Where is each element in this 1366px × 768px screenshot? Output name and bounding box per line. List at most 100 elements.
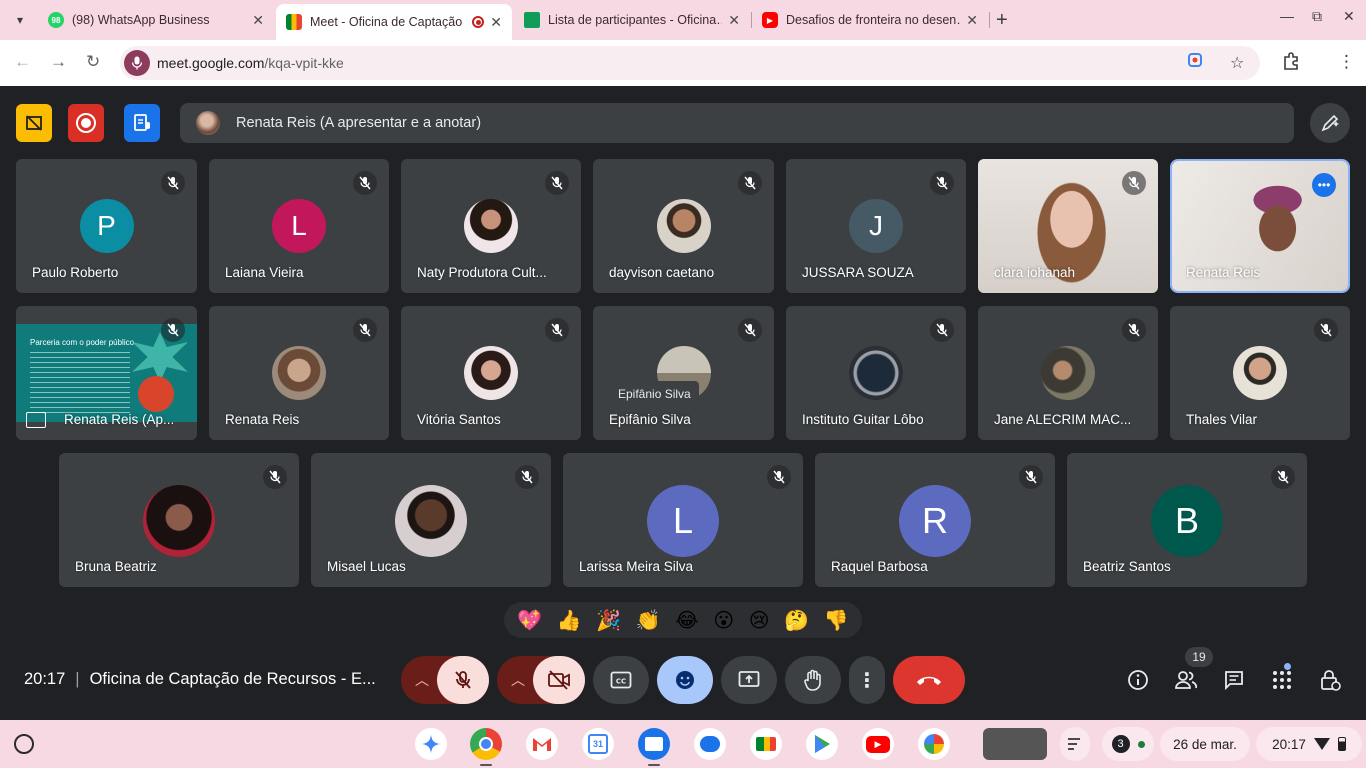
- more-options-icon[interactable]: •••: [1312, 173, 1336, 197]
- chat-icon[interactable]: [1220, 666, 1248, 694]
- participant-tile[interactable]: Renata Reis: [209, 306, 389, 440]
- reaction-thinking[interactable]: 🤔: [784, 610, 809, 630]
- audio-options-chevron-icon[interactable]: ︿: [415, 670, 429, 690]
- activities-icon[interactable]: [1268, 666, 1296, 694]
- close-tab-icon[interactable]: ✕: [252, 12, 264, 29]
- participant-tile[interactable]: R Raquel Barbosa: [815, 453, 1055, 587]
- present-now-button[interactable]: [721, 656, 777, 704]
- participant-tile[interactable]: Instituto Guitar Lôbo: [786, 306, 966, 440]
- reaction-party[interactable]: 🎉: [596, 610, 621, 630]
- participant-tile-active-speaker[interactable]: ••• Renata Reis: [1172, 161, 1348, 291]
- avatar: [272, 346, 326, 400]
- muted-mic-icon: [515, 465, 539, 489]
- annotate-pen-icon[interactable]: [1310, 103, 1350, 143]
- reactions-button[interactable]: [657, 656, 713, 704]
- video-options-chevron-icon[interactable]: ︿: [511, 670, 525, 690]
- browser-menu-icon[interactable]: ⋮: [1338, 52, 1355, 72]
- people-icon[interactable]: [1172, 666, 1200, 694]
- participant-name: Thales Vilar: [1186, 412, 1258, 427]
- reaction-thumbs-up[interactable]: 👍: [557, 610, 582, 630]
- minimize-icon[interactable]: —: [1280, 8, 1294, 24]
- muted-mic-icon: [738, 318, 762, 342]
- microphone-in-use-icon[interactable]: [124, 50, 150, 76]
- reaction-sad[interactable]: 😢: [749, 610, 770, 630]
- tab-search-chevron-icon[interactable]: ▾: [8, 8, 32, 32]
- participant-tile[interactable]: P Paulo Roberto: [16, 159, 197, 293]
- close-tab-icon[interactable]: ✕: [728, 12, 740, 29]
- back-icon[interactable]: ←: [14, 52, 31, 72]
- play-store-icon[interactable]: [806, 728, 838, 760]
- address-bar[interactable]: meet.google.com/kqa-vpit-kke ☆: [120, 46, 1260, 80]
- close-window-icon[interactable]: ✕: [1343, 8, 1355, 25]
- meeting-title: Oficina de Captação de Recursos - E...: [89, 670, 376, 688]
- participant-tile[interactable]: Thales Vilar: [1170, 306, 1350, 440]
- muted-mic-icon: [1271, 465, 1295, 489]
- participant-tile[interactable]: Jane ALECRIM MAC...: [978, 306, 1158, 440]
- participant-tile[interactable]: Naty Produtora Cult...: [401, 159, 581, 293]
- raise-hand-button[interactable]: [785, 656, 841, 704]
- extensions-icon[interactable]: [1282, 52, 1300, 75]
- recording-indicator-icon[interactable]: [16, 104, 52, 142]
- files-icon[interactable]: [638, 728, 670, 760]
- captions-button[interactable]: CC: [593, 656, 649, 704]
- gmail-icon[interactable]: [526, 728, 558, 760]
- reaction-bar: 💖 👍 🎉 👏 😂 😮 😢 🤔 👎: [504, 602, 862, 638]
- url-path: /kqa-vpit-kke: [264, 55, 344, 71]
- presentation-tile[interactable]: Parceria com o poder público Renata Reis…: [16, 306, 197, 440]
- chrome-icon[interactable]: [470, 728, 502, 760]
- tab-youtube[interactable]: ▶ Desafios de fronteira no desen… ✕: [752, 4, 988, 36]
- photos-icon[interactable]: [918, 728, 950, 760]
- calendar-icon[interactable]: 31: [582, 728, 614, 760]
- reload-icon[interactable]: ↻: [86, 52, 100, 72]
- clipboard-icon[interactable]: [1060, 727, 1090, 761]
- close-tab-icon[interactable]: ✕: [966, 12, 978, 29]
- tab-meet[interactable]: Meet - Oficina de Captação ✕: [276, 4, 512, 40]
- tab-sheets[interactable]: Lista de participantes - Oficina… ✕: [514, 4, 750, 36]
- record-icon[interactable]: [68, 104, 104, 142]
- host-controls-icon[interactable]: [1316, 666, 1344, 694]
- new-tab-icon[interactable]: +: [996, 9, 1008, 32]
- turn-on-camera-button[interactable]: [533, 656, 585, 704]
- reaction-heart[interactable]: 💖: [517, 610, 542, 630]
- participant-tile[interactable]: Vitória Santos: [401, 306, 581, 440]
- tab-whatsapp[interactable]: 98 (98) WhatsApp Business ✕: [38, 4, 274, 36]
- presentation-banner[interactable]: Renata Reis (A apresentar e a anotar): [180, 103, 1294, 143]
- date-tray[interactable]: 26 de mar.: [1160, 727, 1250, 761]
- guitar-lobo-logo: [849, 346, 903, 400]
- participant-tile[interactable]: clara iohanah: [978, 159, 1158, 293]
- participant-tile[interactable]: L Larissa Meira Silva: [563, 453, 803, 587]
- leave-call-button[interactable]: [893, 656, 965, 704]
- assistant-icon[interactable]: [415, 728, 447, 760]
- participant-tile[interactable]: B Beatriz Santos: [1067, 453, 1307, 587]
- transcript-icon[interactable]: [124, 104, 160, 142]
- participant-tile[interactable]: Bruna Beatriz: [59, 453, 299, 587]
- restore-icon[interactable]: ⧉: [1312, 8, 1322, 25]
- muted-mic-icon: [161, 171, 185, 195]
- status-tray[interactable]: 20:17: [1256, 727, 1362, 761]
- launcher-icon[interactable]: [14, 734, 34, 754]
- more-options-button[interactable]: ⋮: [849, 656, 885, 704]
- participant-tile[interactable]: dayvison caetano: [593, 159, 774, 293]
- participant-tile[interactable]: Epifânio Silva: [593, 306, 774, 440]
- bookmark-star-icon[interactable]: ☆: [1230, 53, 1244, 73]
- unmute-mic-button[interactable]: [437, 656, 489, 704]
- google-meet-icon[interactable]: [750, 728, 782, 760]
- reaction-laugh[interactable]: 😂: [675, 610, 698, 630]
- reaction-thumbs-down[interactable]: 👎: [824, 610, 849, 630]
- participant-tile[interactable]: J JUSSARA SOUZA: [786, 159, 966, 293]
- participant-tile[interactable]: L Laiana Vieira: [209, 159, 389, 293]
- google-lens-icon[interactable]: [1188, 53, 1202, 72]
- avatar: B: [1151, 485, 1223, 557]
- muted-mic-icon: [161, 318, 185, 342]
- reaction-clap[interactable]: 👏: [636, 610, 661, 630]
- reaction-surprised[interactable]: 😮: [713, 610, 734, 630]
- notifications-pill[interactable]: 3: [1102, 727, 1154, 761]
- participant-tile[interactable]: Misael Lucas: [311, 453, 551, 587]
- messages-icon[interactable]: [694, 728, 726, 760]
- forward-icon[interactable]: →: [50, 52, 67, 72]
- youtube-app-icon[interactable]: ▶: [862, 728, 894, 760]
- meeting-info-icon[interactable]: [1124, 666, 1152, 694]
- close-tab-icon[interactable]: ✕: [490, 14, 502, 31]
- present-screen-icon: [738, 671, 760, 687]
- holding-space-thumbnails[interactable]: [983, 728, 1047, 760]
